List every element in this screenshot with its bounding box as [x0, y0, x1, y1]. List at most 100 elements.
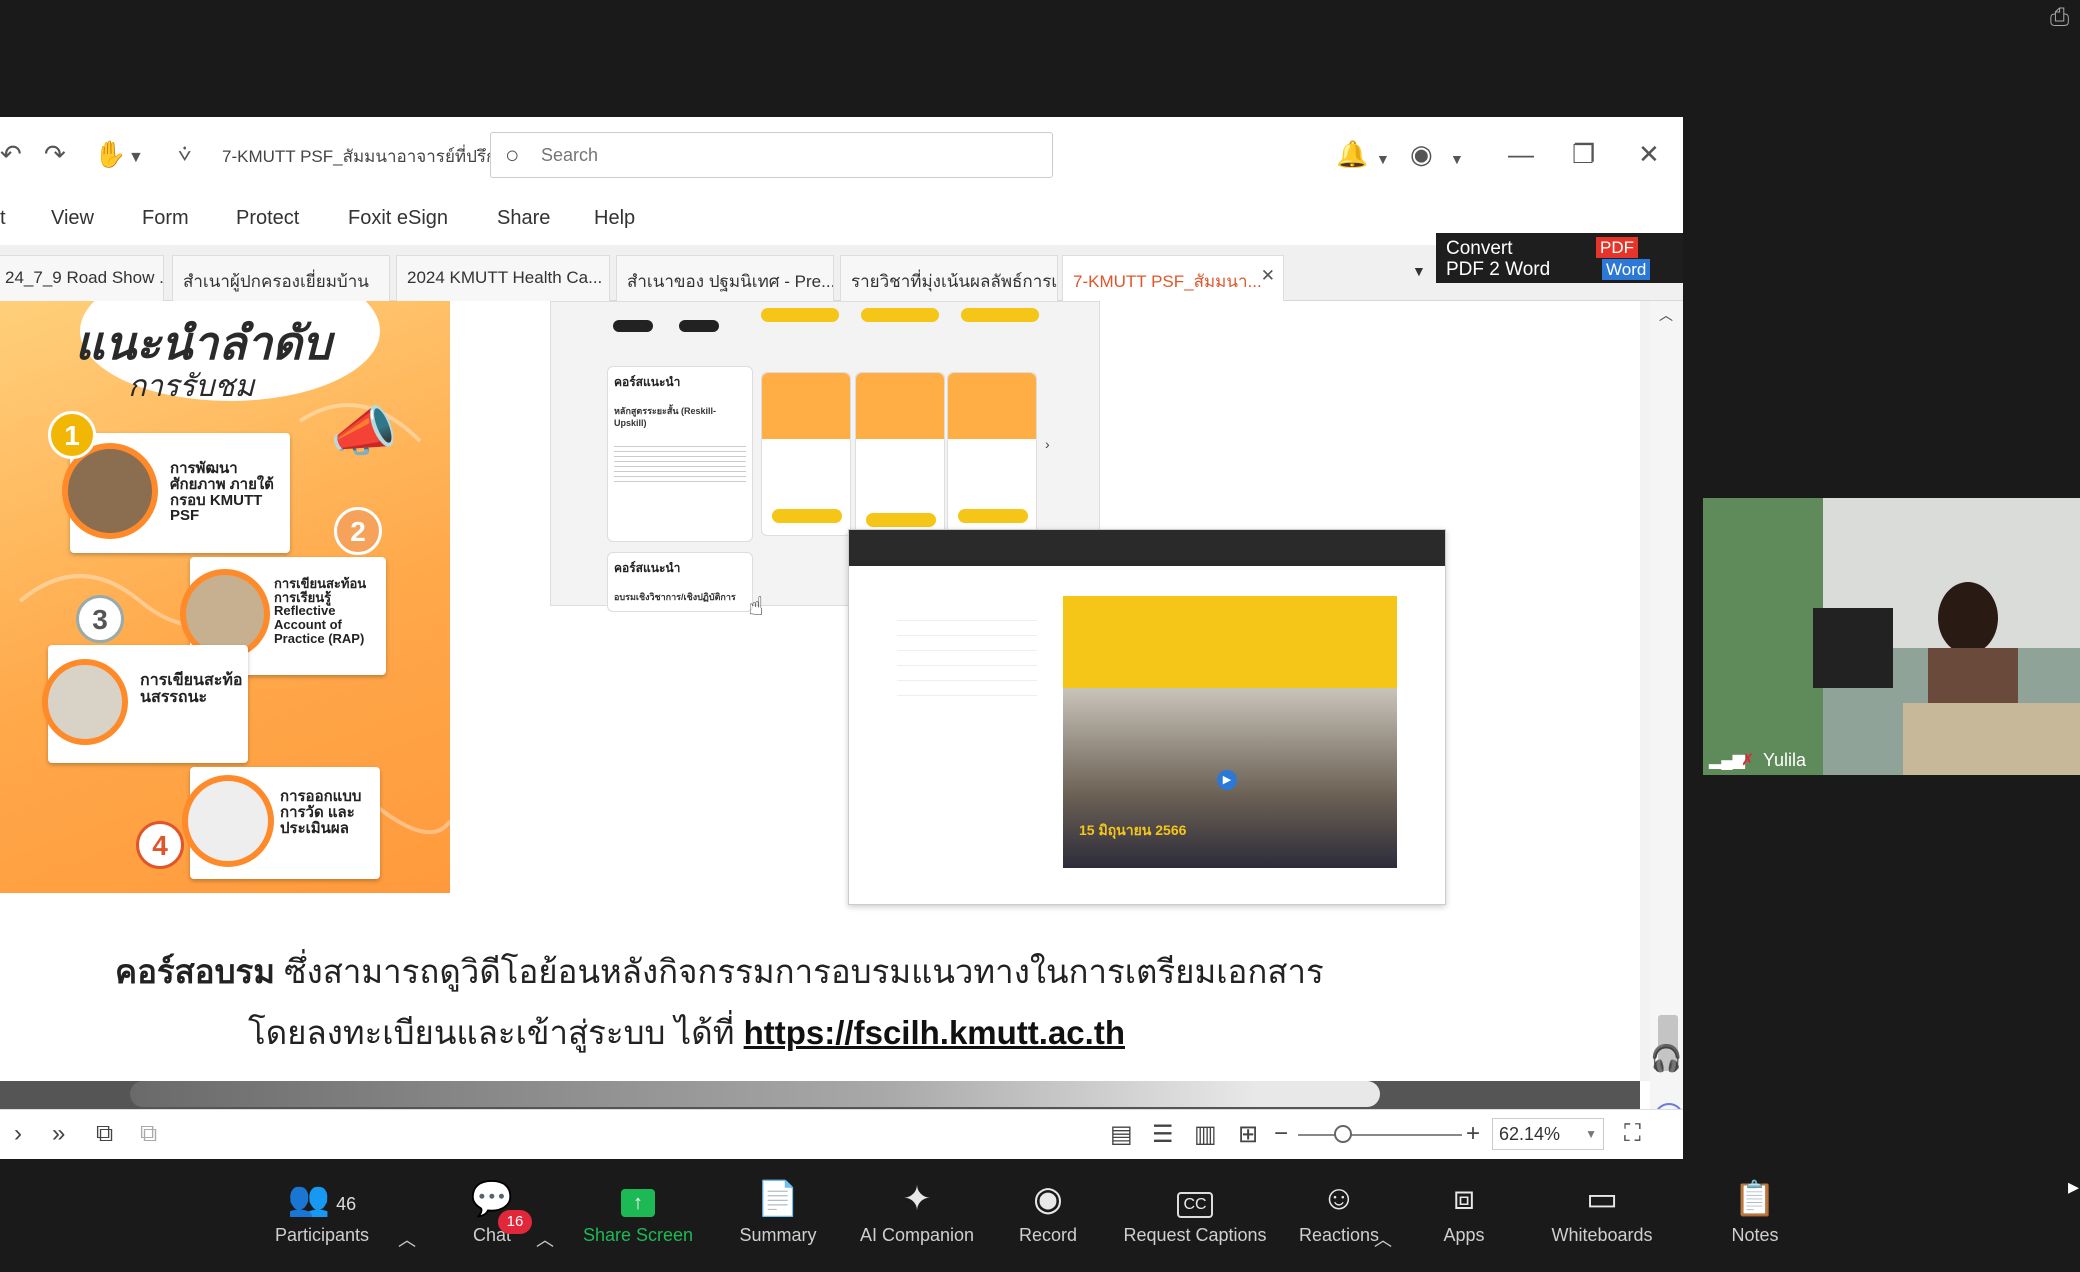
zoom-in-icon[interactable]: +: [1466, 1120, 1480, 1148]
course-info-card: คอร์สแนะนำ อบรมเชิงวิชาการ/เชิงปฏิบัติกา…: [607, 552, 753, 612]
chevron-right-icon: ›: [1045, 436, 1050, 452]
course-card: [947, 372, 1037, 536]
chat-caret-icon[interactable]: ︿: [536, 1226, 554, 1252]
ai-companion-button[interactable]: ✦ AI Companion: [852, 1179, 982, 1246]
share-screen-button[interactable]: ↑ Share Screen: [576, 1179, 700, 1246]
caption-line-2: โดยลงทะเบียนและเข้าสู่ระบบ ได้ที่ https:…: [248, 1006, 1125, 1059]
doc-tab[interactable]: สำเนาผู้ปกครองเยี่ยมบ้าน: [172, 255, 390, 301]
quick-access-icon[interactable]: ⩒: [178, 141, 191, 167]
single-page-icon[interactable]: ▤: [1110, 1120, 1133, 1149]
search-box[interactable]: ○: [490, 132, 1053, 178]
video-scene: [1703, 498, 2080, 775]
continuous-page-icon[interactable]: ☰: [1152, 1120, 1174, 1149]
two-page-icon[interactable]: ▥: [1194, 1120, 1217, 1149]
hand-tool-icon[interactable]: ✋: [94, 139, 126, 170]
caption-line-1: คอร์สอบรม ซึ่งสามารถดูวิดีโอย้อนหลังกิจก…: [115, 945, 1324, 998]
participants-label: Participants: [274, 1225, 370, 1245]
participant-video-tile[interactable]: ▂▄▆ ✗ Yulila: [1703, 498, 2080, 775]
button-shape: [679, 320, 719, 332]
menu-item-form[interactable]: Form: [142, 207, 189, 230]
chevron-down-icon[interactable]: ▼: [1376, 151, 1390, 167]
zoom-out-icon[interactable]: −: [1274, 1120, 1288, 1148]
course-sub: หลักสูตรระยะสั้น (Reskill-Upskill): [614, 406, 717, 428]
photo-circle: [42, 659, 128, 745]
zoom-slider-knob[interactable]: [1334, 1125, 1352, 1143]
headset-icon[interactable]: 🎧: [1650, 1043, 1682, 1074]
doc-tab[interactable]: สำเนาของ ปฐมนิเทศ - Pre...: [616, 255, 834, 301]
course-info-card: คอร์สแนะนำ หลักสูตรระยะสั้น (Reskill-Ups…: [607, 366, 753, 542]
text-placeholder: [614, 442, 746, 482]
video-header: [1063, 596, 1397, 688]
menu-item-share[interactable]: Share: [497, 207, 550, 230]
menu-item-help[interactable]: Help: [594, 207, 635, 230]
participants-count: 46: [336, 1194, 357, 1214]
close-icon[interactable]: ✕: [1638, 139, 1660, 170]
pdf-badge: PDF: [1596, 237, 1638, 258]
reactions-button[interactable]: ☺ Reactions: [1296, 1179, 1382, 1246]
whiteboards-button[interactable]: ▭ Whiteboards: [1544, 1179, 1660, 1246]
mouse-pointer-icon: ▸: [2068, 1174, 2080, 1199]
page-view-icon[interactable]: ⧉: [96, 1120, 113, 1148]
course-heading: คอร์สแนะนำ: [614, 375, 681, 389]
title-bar: ↶ ↷ ✋ ▼ ⩒ 7-KMUTT PSF_สัมมนาอาจารย์ที่ปร…: [0, 117, 1683, 193]
pdf-page: แนะนำลำดับ การรับชม 📣 การพัฒนาศักยภาพ ภา…: [0, 301, 1640, 1081]
menu-item-protect[interactable]: Protect: [236, 207, 299, 230]
apps-button[interactable]: ⧈ Apps: [1432, 1179, 1496, 1246]
vertical-scrollbar[interactable]: ︿ ⋯: [1650, 301, 1683, 1133]
fullscreen-icon[interactable]: ⛶: [1624, 1120, 1641, 1148]
menu-item-partial[interactable]: t: [0, 207, 6, 230]
convert-pdf-to-word-ad[interactable]: Convert PDF 2 Word PDF Word: [1436, 233, 1683, 283]
summary-icon: 📄: [756, 1180, 800, 1218]
menu-item-foxit-esign[interactable]: Foxit eSign: [348, 207, 448, 230]
chevron-down-icon[interactable]: ▼: [128, 149, 144, 167]
poster-card-text: การพัฒนาศักยภาพ ภายใต้กรอบ KMUTT PSF: [170, 460, 274, 525]
lock-icon[interactable]: ⎙: [2050, 4, 2069, 32]
copy-page-icon[interactable]: ⧉: [140, 1120, 157, 1148]
close-tab-icon[interactable]: ✕: [1261, 266, 1275, 286]
next-page-icon[interactable]: ›: [14, 1120, 22, 1148]
poster-card-1: การพัฒนาศักยภาพ ภายใต้กรอบ KMUTT PSF: [62, 433, 290, 553]
poster-subtitle: การรับชม: [128, 369, 255, 404]
chevron-down-icon[interactable]: ▼: [1450, 151, 1464, 167]
document-viewport[interactable]: แนะนำลำดับ การรับชม 📣 การพัฒนาศักยภาพ ภา…: [0, 301, 1650, 1081]
caption-link[interactable]: https://fscilh.kmutt.ac.th: [744, 1014, 1125, 1051]
participants-caret-icon[interactable]: ︿: [398, 1226, 416, 1252]
meeting-toolbar: 👥 46 Participants 💬 Chat ↑ Share Screen 📄…: [0, 1159, 2080, 1272]
record-button[interactable]: ◉ Record: [1010, 1179, 1086, 1246]
doc-tab-active[interactable]: 7-KMUTT PSF_สัมมนา... ✕: [1062, 255, 1284, 301]
bell-icon[interactable]: 🔔: [1336, 139, 1368, 170]
summary-button[interactable]: 📄 Summary: [730, 1179, 826, 1246]
redo-icon[interactable]: ↷: [44, 139, 66, 170]
account-icon[interactable]: ◉: [1410, 139, 1433, 170]
notes-button[interactable]: 📋 Notes: [1720, 1179, 1790, 1246]
course-card: [855, 372, 945, 536]
horizontal-scroll-thumb[interactable]: [130, 1081, 1380, 1107]
step-number: 2: [334, 507, 382, 555]
doc-tab[interactable]: 24_7_9 Road Show ...: [0, 255, 164, 301]
minimize-icon[interactable]: —: [1508, 139, 1534, 170]
participants-button[interactable]: 👥 46 Participants: [262, 1179, 382, 1246]
chevron-down-icon[interactable]: ▼: [1412, 263, 1426, 279]
menu-item-view[interactable]: View: [51, 207, 94, 230]
scroll-up-icon[interactable]: ︿: [1659, 305, 1673, 325]
last-page-icon[interactable]: »: [52, 1120, 65, 1148]
play-icon[interactable]: ▶: [1217, 770, 1237, 790]
website-screenshot-video: ▶ 15 มิถุนายน 2566: [848, 529, 1446, 905]
photo-circle: [182, 775, 274, 867]
reactions-label: Reactions: [1298, 1225, 1380, 1245]
zoom-meeting-screen: ⎙ ↶ ↷ ✋ ▼ ⩒ 7-KMUTT PSF_สัมมนาอาจารย์ที่…: [0, 0, 2080, 1272]
two-page-continuous-icon[interactable]: ⊞: [1238, 1120, 1258, 1149]
chevron-down-icon[interactable]: ▼: [1585, 1127, 1597, 1141]
zoom-value-field[interactable]: 62.14% ▼: [1492, 1118, 1604, 1150]
restore-icon[interactable]: ❐: [1572, 139, 1595, 170]
poster-card-text: การเขียนสะท้อนสรรถนะ: [140, 672, 243, 706]
doc-tab[interactable]: 2024 KMUTT Health Ca...: [396, 255, 610, 301]
doc-tab[interactable]: รายวิชาที่มุ่งเน้นผลลัพธ์การเ...: [840, 255, 1058, 301]
zoom-slider-track[interactable]: [1298, 1134, 1462, 1136]
step-number: 3: [76, 595, 124, 643]
search-input[interactable]: [541, 141, 1021, 169]
convert-line1: Convert: [1446, 238, 1513, 259]
reactions-caret-icon[interactable]: ︿: [1374, 1226, 1392, 1252]
request-captions-button[interactable]: CC Request Captions: [1120, 1179, 1270, 1246]
undo-icon[interactable]: ↶: [0, 139, 22, 170]
